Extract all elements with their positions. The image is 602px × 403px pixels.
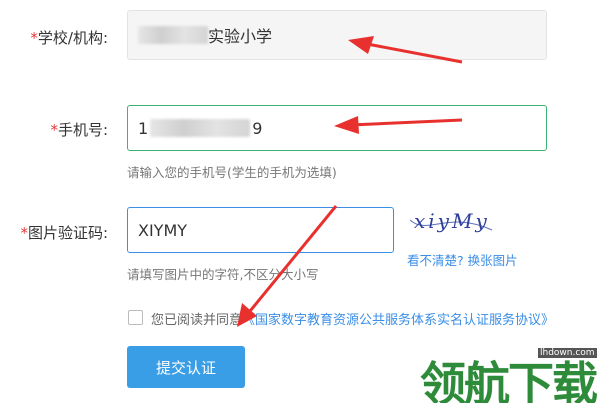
redacted-value xyxy=(138,26,208,44)
required-mark: * xyxy=(20,224,28,242)
agreement-text: 您已阅读并同意《国家数字教育资源公共服务体系实名认证服务协议》 xyxy=(151,309,554,328)
required-mark: * xyxy=(50,121,58,139)
school-input[interactable]: 实验小学 xyxy=(127,10,547,60)
required-mark: * xyxy=(30,29,38,47)
school-label: *学校/机构: xyxy=(8,27,108,48)
phone-input[interactable]: 1 9 xyxy=(127,105,547,151)
phone-label-text: 手机号: xyxy=(57,121,108,139)
phone-hint: 请输入您的手机号(学生的手机为选填) xyxy=(127,165,337,180)
phone-value-suffix: 9 xyxy=(252,118,263,138)
phone-value-prefix: 1 xyxy=(138,118,149,138)
watermark-url: lhdown.com xyxy=(538,348,597,358)
captcha-input[interactable]: XIYMY xyxy=(127,207,394,253)
school-label-text: 学校/机构: xyxy=(37,29,108,47)
refresh-captcha-link[interactable]: 看不清楚? 换张图片 xyxy=(407,250,518,269)
agreement-checkbox[interactable] xyxy=(128,310,143,325)
phone-label: *手机号: xyxy=(8,119,108,140)
captcha-label: *图片验证码: xyxy=(0,222,108,243)
captcha-hint: 请填写图片中的字符,不区分大小写 xyxy=(127,267,319,282)
captcha-label-text: 图片验证码: xyxy=(27,224,108,242)
redacted-value xyxy=(150,119,251,137)
captcha-value: XIYMY xyxy=(138,220,188,240)
captcha-image[interactable]: xiyMy xyxy=(408,206,494,244)
captcha-image-text: xiyMy xyxy=(414,209,490,233)
school-value: 实验小学 xyxy=(208,27,273,46)
agreement-prefix: 您已阅读并同意 xyxy=(151,313,243,328)
agreement-link[interactable]: 《国家数字教育资源公共服务体系实名认证服务协议》 xyxy=(242,313,554,328)
submit-button[interactable]: 提交认证 xyxy=(127,346,245,388)
annotation-arrows xyxy=(237,36,463,327)
